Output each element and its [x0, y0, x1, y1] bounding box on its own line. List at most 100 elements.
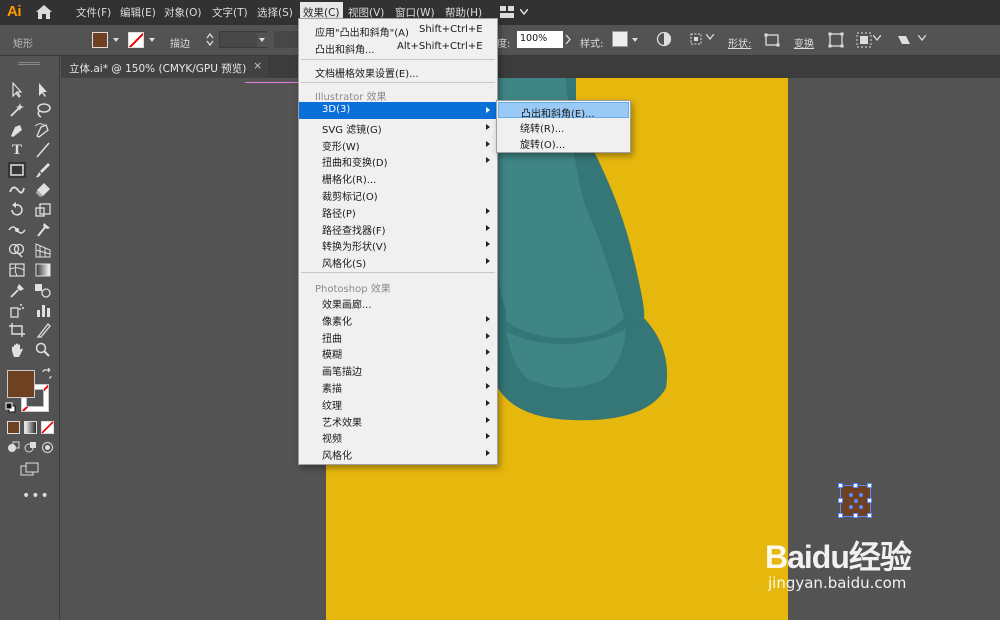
direct-selection-tool-icon[interactable]	[34, 82, 52, 98]
shaper-tool-icon[interactable]	[8, 182, 26, 198]
chevron-down-icon[interactable]	[706, 34, 714, 40]
selection-handle[interactable]	[838, 513, 843, 518]
menu-item-illustrator-effect[interactable]: 扭曲和变换(D)	[299, 152, 497, 169]
menu-item-photoshop-effect[interactable]: 风格化	[299, 445, 497, 462]
align-to-icon[interactable]	[688, 31, 704, 47]
menu-item-document-raster-settings[interactable]: 文档栅格效果设置(E)...	[299, 63, 497, 80]
draw-inside-icon[interactable]	[41, 441, 54, 454]
menu-object[interactable]: 对象(O)	[164, 5, 201, 20]
menu-item-illustrator-effect[interactable]: 路径(P)	[299, 203, 497, 220]
menu-item-illustrator-effect[interactable]: 转换为形状(V)	[299, 236, 497, 253]
stroke-color-swatch[interactable]	[128, 32, 144, 48]
submenu-item-3d[interactable]: 绕转(R)...	[498, 118, 629, 135]
graphic-style-swatch[interactable]	[612, 31, 628, 47]
slice-tool-icon[interactable]	[34, 322, 52, 338]
hand-tool-icon[interactable]	[8, 342, 26, 358]
close-icon[interactable]: ×	[253, 60, 262, 72]
shape-properties-link[interactable]: 形状:	[728, 35, 751, 50]
default-colors-icon[interactable]	[5, 402, 16, 413]
magic-wand-tool-icon[interactable]	[8, 102, 26, 118]
rectangle-tool-icon[interactable]	[8, 162, 26, 178]
menu-item-illustrator-effect[interactable]: 路径查找器(F)	[299, 220, 497, 237]
swap-colors-icon[interactable]	[41, 368, 53, 380]
transform-link[interactable]: 变换	[794, 35, 814, 50]
scale-tool-icon[interactable]	[34, 202, 52, 218]
transform-box-icon[interactable]	[828, 32, 844, 48]
menu-type[interactable]: 文字(T)	[212, 5, 248, 20]
draw-behind-icon[interactable]	[24, 441, 37, 454]
menu-item-photoshop-effect[interactable]: 像素化	[299, 311, 497, 328]
none-mode-icon[interactable]	[41, 421, 54, 434]
selection-tool-icon[interactable]	[8, 81, 26, 98]
menu-item-photoshop-effect[interactable]: 纹理	[299, 395, 497, 412]
eraser-tool-icon[interactable]	[34, 182, 52, 198]
opacity-field[interactable]: 100%	[517, 31, 563, 48]
zoom-tool-icon[interactable]	[34, 342, 52, 358]
isolate-icon[interactable]	[856, 32, 872, 48]
submenu-item-3d[interactable]: 旋转(O)...	[498, 134, 629, 151]
menu-item-illustrator-effect[interactable]: 风格化(S)	[299, 253, 497, 270]
eyedropper-tool-icon[interactable]	[8, 282, 26, 298]
menu-item-photoshop-effect[interactable]: 艺术效果	[299, 412, 497, 429]
chevron-right-icon[interactable]	[565, 35, 571, 44]
chevron-down-icon[interactable]	[873, 35, 881, 41]
gradient-tool-icon[interactable]	[34, 262, 52, 278]
menu-select[interactable]: 选择(S)	[257, 5, 293, 20]
selection-handle[interactable]	[838, 498, 843, 503]
rotate-tool-icon[interactable]	[8, 202, 26, 218]
variable-width-field[interactable]	[274, 31, 298, 48]
gradient-mode-icon[interactable]	[24, 421, 37, 434]
menu-item-last-effect[interactable]: 凸出和斜角... Alt+Shift+Ctrl+E	[299, 39, 497, 56]
menu-file[interactable]: 文件(F)	[76, 5, 111, 20]
width-tool-icon[interactable]	[8, 222, 26, 238]
menu-item-apply-last-effect[interactable]: 应用"凸出和斜角"(A) Shift+Ctrl+E	[299, 22, 497, 39]
selected-rectangle[interactable]	[838, 483, 872, 518]
type-tool-icon[interactable]: T	[8, 142, 26, 158]
menu-item-photoshop-effect[interactable]: 扭曲	[299, 328, 497, 345]
menu-item-illustrator-effect[interactable]: 裁剪标记(O)	[299, 186, 497, 203]
selection-handle[interactable]	[853, 513, 858, 518]
menu-item-photoshop-effect[interactable]: 素描	[299, 378, 497, 395]
draw-normal-icon[interactable]	[7, 441, 20, 454]
more-tools-icon[interactable]: •••	[22, 488, 50, 504]
stroke-label[interactable]: 描边	[170, 35, 190, 50]
selection-handle[interactable]	[853, 483, 858, 488]
menu-item-photoshop-effect[interactable]: 画笔描边	[299, 361, 497, 378]
perspective-grid-tool-icon[interactable]	[34, 242, 52, 258]
line-segment-tool-icon[interactable]	[34, 142, 52, 158]
menu-item-photoshop-effect[interactable]: 模糊	[299, 344, 497, 361]
lasso-tool-icon[interactable]	[34, 102, 52, 118]
screen-mode-icon[interactable]	[20, 462, 40, 476]
panel-grip[interactable]	[18, 62, 40, 65]
puppet-warp-tool-icon[interactable]	[34, 222, 52, 238]
pen-tool-icon[interactable]	[8, 122, 26, 138]
mesh-tool-icon[interactable]	[8, 262, 26, 278]
fill-dropdown-arrow[interactable]	[111, 33, 121, 47]
home-icon[interactable]	[35, 4, 53, 20]
recolor-artwork-icon[interactable]	[656, 31, 672, 47]
stroke-weight-dropdown[interactable]	[257, 33, 267, 47]
chevron-down-icon[interactable]	[520, 9, 528, 15]
menu-item-illustrator-effect[interactable]: 栅格化(R)...	[299, 169, 497, 186]
curvature-tool-icon[interactable]	[34, 122, 52, 138]
column-graph-tool-icon[interactable]	[34, 302, 52, 318]
stroke-stepper-icon[interactable]	[205, 31, 215, 48]
menu-edit[interactable]: 编辑(E)	[120, 5, 156, 20]
chevron-down-icon[interactable]	[918, 35, 926, 41]
fill-color-swatch[interactable]	[92, 32, 108, 48]
menu-item-illustrator-effect[interactable]: 变形(W)	[299, 136, 497, 153]
menu-item-illustrator-effect[interactable]: SVG 滤镜(G)	[299, 119, 497, 136]
menu-item-illustrator-effect[interactable]: 3D(3)	[299, 102, 497, 119]
paintbrush-tool-icon[interactable]	[34, 162, 52, 178]
selection-handle[interactable]	[867, 483, 872, 488]
menu-item-photoshop-effect[interactable]: 效果画廊...	[299, 294, 497, 311]
selection-handle[interactable]	[867, 498, 872, 503]
color-mode-icon[interactable]	[7, 421, 20, 434]
blend-tool-icon[interactable]	[34, 282, 52, 298]
document-tab[interactable]: 立体.ai* @ 150% (CMYK/GPU 预览) ×	[61, 56, 268, 78]
artboard-tool-icon[interactable]	[8, 322, 26, 338]
fill-color-box[interactable]	[7, 370, 35, 398]
menu-item-photoshop-effect[interactable]: 视频	[299, 428, 497, 445]
selection-handle[interactable]	[867, 513, 872, 518]
shape-rectangle-icon[interactable]	[764, 32, 780, 48]
